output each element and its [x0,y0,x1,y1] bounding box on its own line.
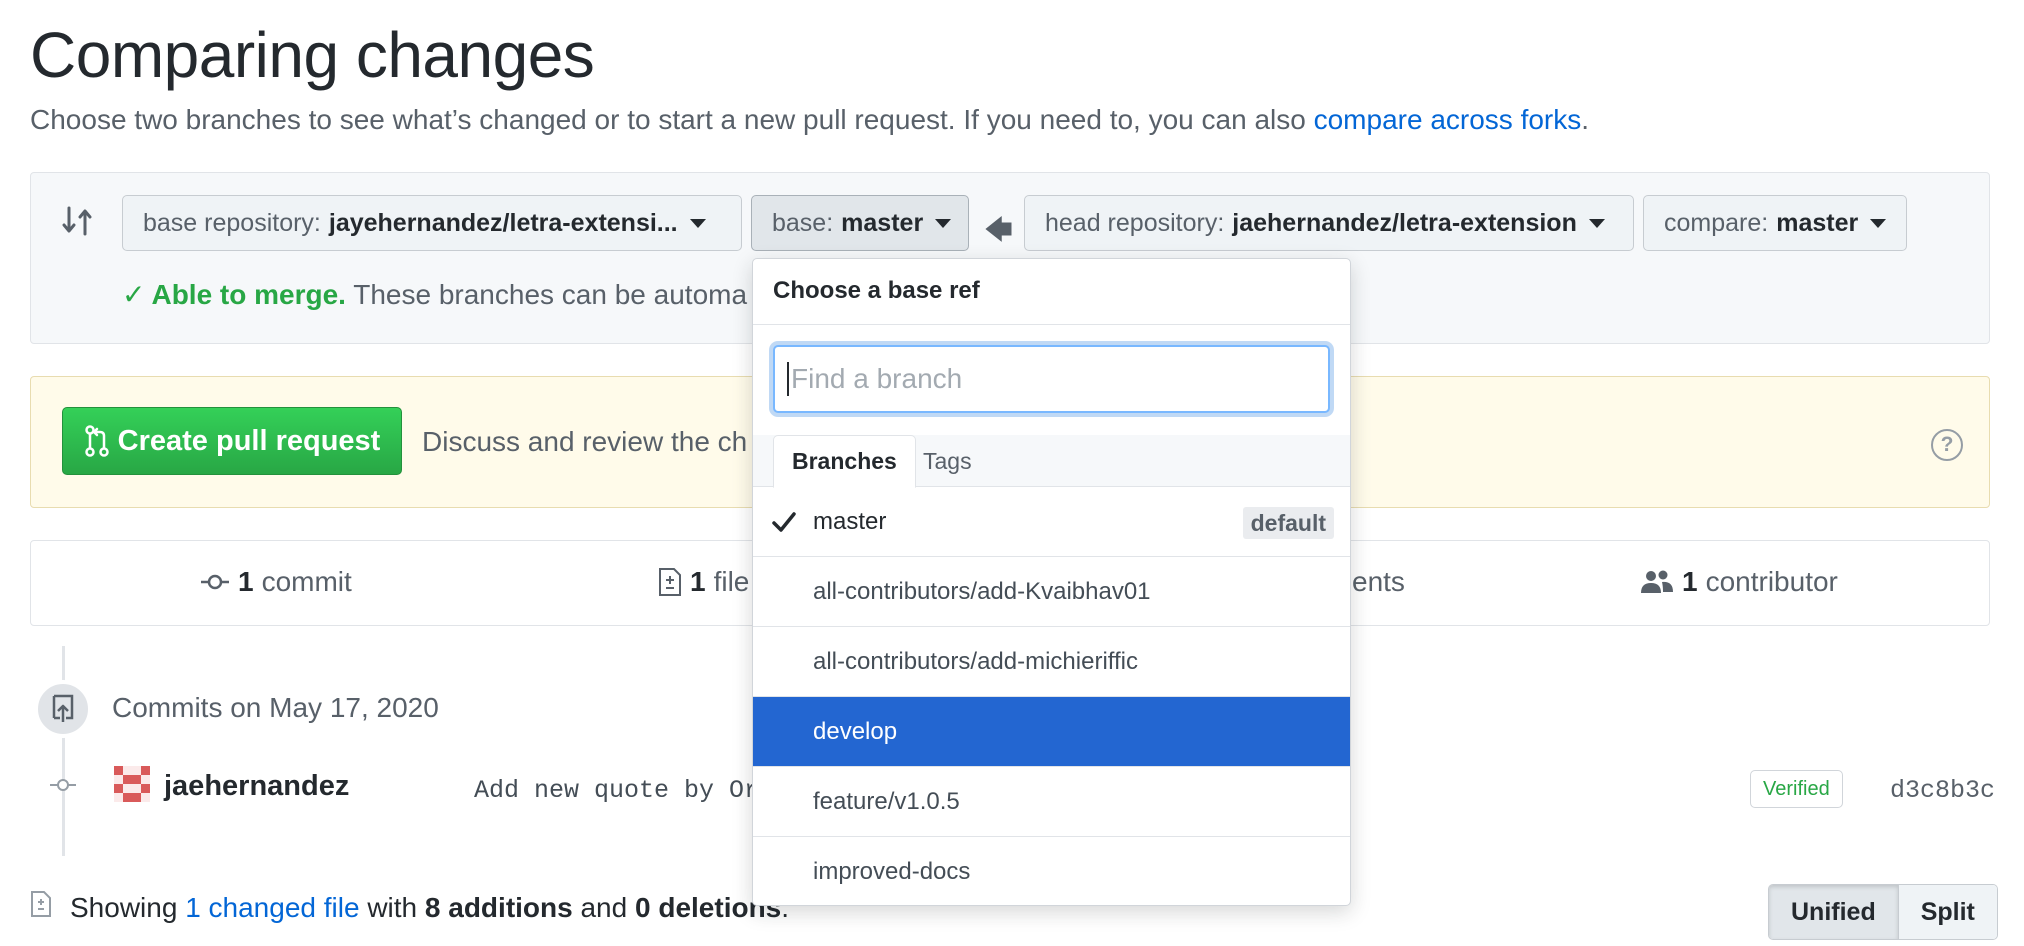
branch-name: master [813,507,887,535]
changed-files-link[interactable]: 1 changed file [185,892,359,923]
branch-item-develop[interactable]: develop [753,697,1350,767]
contributors-label: contributor [1705,566,1838,597]
arrow-left-icon: 🡄 [984,214,1013,245]
branch-name: develop [813,717,898,745]
branch-list: master default all-contributors/add-Kvai… [753,487,1350,905]
stat-commits[interactable]: 1 commit [200,566,352,598]
commits-count: 1 [238,566,254,597]
branch-name: all-contributors/add-Kvaibhav01 [813,577,1151,605]
summary-with: with [359,892,425,923]
create-pull-request-button[interactable]: Create pull request [62,407,402,475]
base-ref-dropdown: Choose a base ref Find a branch Branches… [752,258,1351,906]
stat-contributors[interactable]: 1 contributor [1640,566,1838,598]
check-icon: ✓ [122,279,146,310]
subtitle-end: . [1581,104,1590,135]
tab-branches[interactable]: Branches [773,435,916,488]
branch-filter-placeholder: Find a branch [791,363,963,394]
create-pull-request-label: Create pull request [117,424,381,457]
pull-request-icon [84,425,109,457]
compare-branch-value: master [1776,208,1859,237]
branch-item[interactable]: feature/v1.0.5 [753,767,1350,837]
base-branch-label: base: [772,208,834,237]
base-repository-value: jayehernandez/letra-extensi... [328,208,678,237]
base-branch-value: master [841,208,924,237]
question-icon[interactable]: ? [1931,429,1963,461]
chevron-down-icon [935,218,952,228]
base-repository-select[interactable]: base repository: jayehernandez/letra-exte… [122,195,742,251]
stat-files[interactable]: 1 file [658,566,749,598]
branch-item[interactable]: improved-docs [753,837,1350,905]
base-repository-label: base repository: [143,208,321,237]
stat-comments[interactable]: ents [1352,566,1405,598]
compare-branch-label: compare: [1664,208,1769,237]
branch-item[interactable]: all-contributors/add-michieriffic [753,627,1350,697]
avatar[interactable] [114,766,150,802]
commits-label: commit [261,566,352,597]
summary-and: and [572,892,635,923]
branch-name: improved-docs [813,858,971,885]
page-title: Comparing changes [30,19,595,91]
tab-tags[interactable]: Tags [905,435,990,488]
commit-icon [201,574,229,590]
merge-detail-text: These branches can be automa [353,279,748,310]
check-icon [772,512,796,532]
chevron-down-icon [689,218,706,228]
compare-branch-select[interactable]: compare: master [1643,195,1907,251]
split-button[interactable]: Split [1898,885,1997,939]
commits-date-heading: Commits on May 17, 2020 [112,692,439,723]
pr-description: Discuss and review the ch [422,426,748,457]
chevron-down-icon [1588,218,1605,228]
commit-icon [50,778,76,792]
commit-author[interactable]: jaehernandez [164,770,349,803]
text-cursor [787,362,789,396]
head-repository-label: head repository: [1045,208,1225,237]
branch-name: all-contributors/add-michieriffic [813,647,1139,675]
diff-view-toggle: Unified Split [1768,884,1998,940]
files-label: file [713,566,750,597]
branch-item[interactable]: all-contributors/add-Kvaibhav01 [753,557,1350,627]
file-diff-icon [659,568,681,596]
ref-tabs: Branches Tags [753,435,1350,488]
base-branch-select[interactable]: base: master [751,195,969,251]
timeline-line [62,646,65,856]
file-diff-icon [31,891,51,917]
compare-across-forks-link[interactable]: compare across forks [1314,104,1582,135]
unified-button[interactable]: Unified [1769,885,1899,939]
diff-summary: Showing 1 changed file with 8 additions … [70,892,789,924]
branch-item-master[interactable]: master default [753,487,1350,557]
contributors-count: 1 [1682,566,1698,597]
verified-badge[interactable]: Verified [1750,770,1843,808]
people-icon [1641,570,1673,593]
files-count: 1 [690,566,706,597]
head-repository-value: jaehernandez/letra-extension [1232,208,1577,237]
merge-ok-text: Able to merge. [151,279,346,310]
merge-status: ✓ Able to merge. These branches can be au… [122,278,747,311]
page-subtitle: Choose two branches to see what’s change… [30,104,1589,136]
head-repository-select[interactable]: head repository: jaehernandez/letra-exten… [1024,195,1634,251]
chevron-down-icon [1870,218,1887,228]
summary-showing: Showing [70,892,186,923]
repo-push-icon [34,680,92,738]
commit-message[interactable]: Add new quote by Org [474,776,774,805]
subtitle-text: Choose two branches to see what’s change… [30,104,1314,135]
comments-label: ents [1352,566,1405,597]
branch-name: feature/v1.0.5 [813,787,960,815]
branch-filter-input[interactable]: Find a branch [773,345,1330,413]
dropdown-header: Choose a base ref [753,259,1350,325]
default-badge: default [1242,507,1334,539]
compare-arrows-icon [62,206,92,236]
commit-sha[interactable]: d3c8b3c [1890,776,1995,805]
additions-count: 8 additions [424,892,573,923]
